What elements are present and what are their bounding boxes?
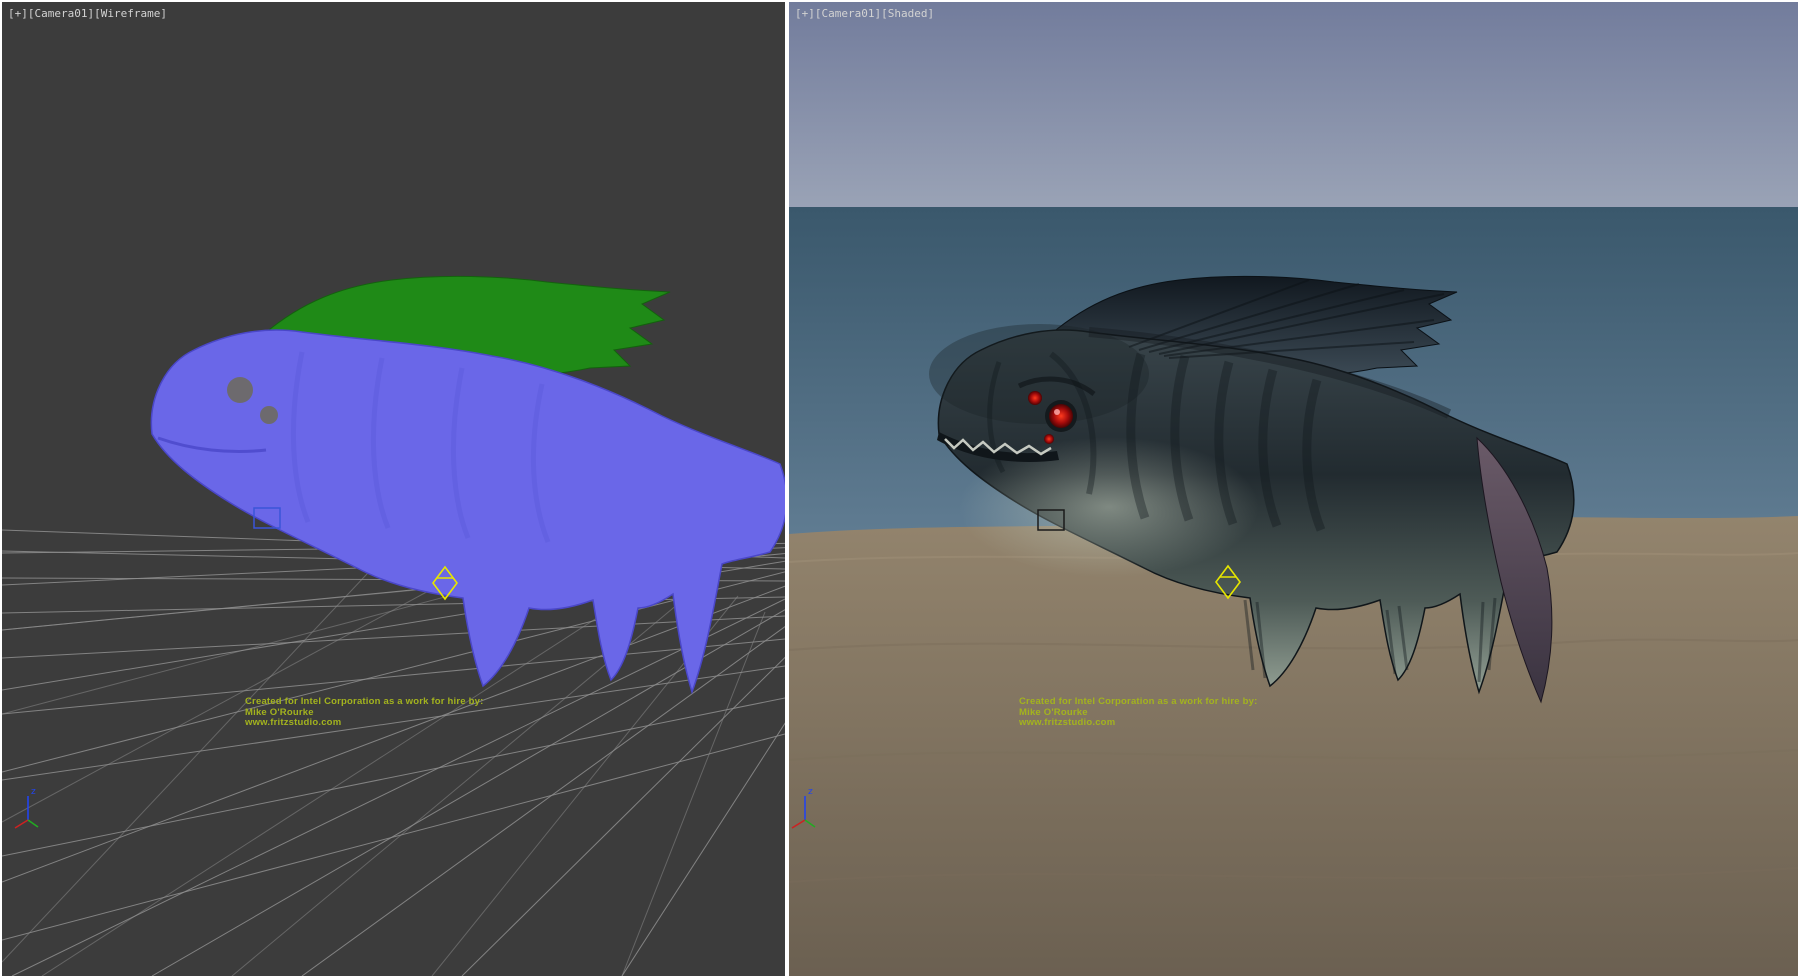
fish-model-wireframe[interactable] [151, 276, 785, 692]
watermark-line3: www.fritzstudio.com [1019, 718, 1257, 729]
scene-watermark: Created for Intel Corporation as a work … [1019, 697, 1257, 729]
dual-viewport-window: z [0, 0, 1800, 978]
watermark-line1: Created for Intel Corporation as a work … [245, 697, 483, 708]
viewport-shaded: [+][Camera01][Shaded] Created for Intel … [789, 2, 1798, 976]
viewport-menu-general[interactable]: [+] [8, 7, 28, 20]
viewport-canvas-wireframe[interactable]: z [2, 2, 785, 976]
watermark-line3: www.fritzstudio.com [245, 718, 483, 729]
watermark-line1: Created for Intel Corporation as a work … [1019, 697, 1257, 708]
viewport-canvas-shaded[interactable] [789, 2, 1798, 976]
world-axis-tripod [15, 787, 38, 828]
viewport-wireframe: z [2, 2, 785, 976]
fish-eye-tiny [1044, 434, 1054, 444]
fish-eye-large [1049, 404, 1073, 428]
viewport-menu-pov[interactable]: [Camera01] [815, 7, 881, 20]
viewport-menu-pov[interactable]: [Camera01] [28, 7, 94, 20]
fish-eye-spot [227, 377, 253, 403]
viewport-label: [+][Camera01][Wireframe] [8, 7, 167, 20]
sky [789, 2, 1798, 209]
scene-watermark: Created for Intel Corporation as a work … [245, 697, 483, 729]
viewport-menu-general[interactable]: [+] [795, 7, 815, 20]
viewport-menu-shading[interactable]: [Shaded] [881, 7, 934, 20]
fish-eye-small [1028, 391, 1042, 405]
viewport-menu-shading[interactable]: [Wireframe] [94, 7, 167, 20]
viewport-label: [+][Camera01][Shaded] [795, 7, 934, 20]
fish-eye-spot [260, 406, 278, 424]
